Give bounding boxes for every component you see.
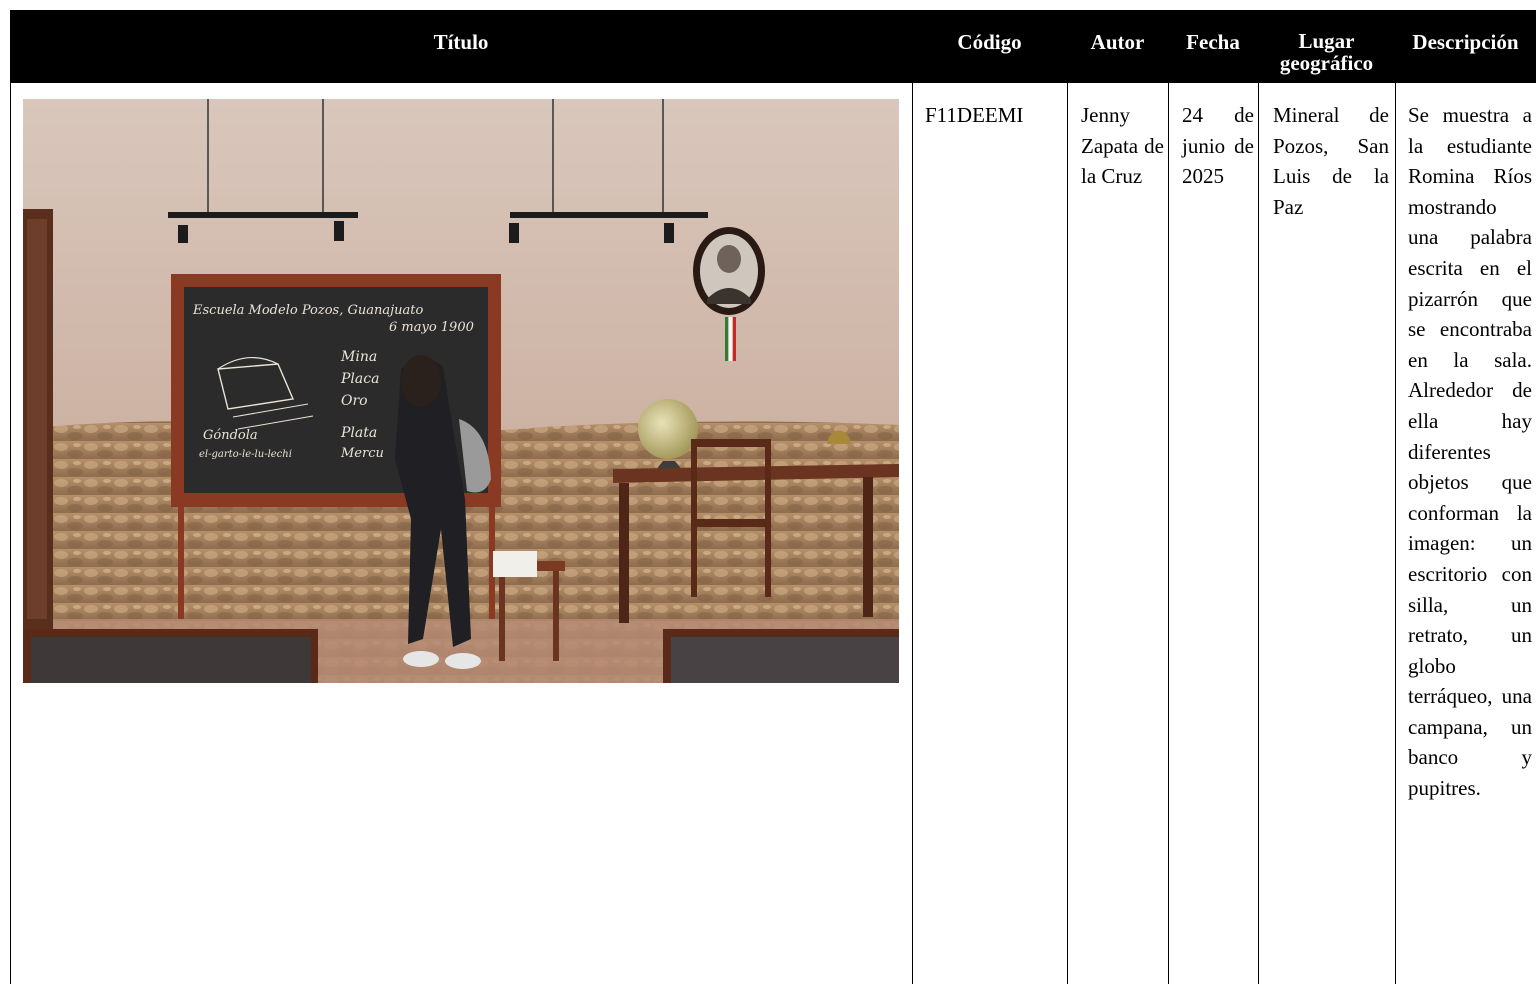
codigo-value: F11DEEMI xyxy=(925,103,1024,127)
cell-codigo: F11DEEMI xyxy=(913,83,1067,131)
header-fecha: Fecha xyxy=(1186,30,1240,54)
cell-autor: Jenny Zapata de la Cruz xyxy=(1068,83,1168,192)
chalk-word: Placa xyxy=(340,371,379,387)
cell-fecha: 24 de junio de 2025 xyxy=(1169,83,1258,192)
chalk-caption: Góndola xyxy=(203,428,258,443)
descripcion-value: Se muestra a la estudiante Romina Ríos m… xyxy=(1408,103,1532,801)
table-header-row: Título Código Autor Fecha Lugar geográfi… xyxy=(10,10,1536,83)
chalk-word: Oro xyxy=(341,393,368,409)
table-border-left xyxy=(10,83,11,984)
fecha-value: 24 de junio de 2025 xyxy=(1182,103,1254,189)
header-descripcion: Descripción xyxy=(1412,30,1519,54)
header-autor: Autor xyxy=(1090,30,1145,54)
column-divider xyxy=(912,83,913,984)
header-codigo: Código xyxy=(957,30,1022,54)
column-divider xyxy=(1168,83,1169,984)
classroom-photo: Escuela Modelo Pozos, Guanajuato 6 mayo … xyxy=(23,99,899,683)
catalog-table: Título Código Autor Fecha Lugar geográfi… xyxy=(10,10,1536,984)
autor-value: Jenny Zapata de la Cruz xyxy=(1081,103,1164,189)
lugar-value: Mineral de Pozos, San Luis de la Paz xyxy=(1273,103,1389,219)
chalk-line-1: Escuela Modelo Pozos, Guanajuato xyxy=(192,303,423,318)
chalk-word: Plata xyxy=(340,425,377,441)
header-titulo: Título xyxy=(433,30,489,54)
chalk-word: Mercu xyxy=(340,446,384,461)
column-divider xyxy=(1067,83,1068,984)
header-lugar: Lugar geográfico xyxy=(1279,29,1374,75)
chalk-line-2: 6 mayo 1900 xyxy=(389,320,474,335)
cell-descripcion: Se muestra a la estudiante Romina Ríos m… xyxy=(1396,83,1536,804)
chalk-caption: el-garto-le-lu-lechi xyxy=(199,449,292,460)
cell-lugar: Mineral de Pozos, San Luis de la Paz xyxy=(1259,83,1395,222)
chalk-word: Mina xyxy=(340,349,377,365)
